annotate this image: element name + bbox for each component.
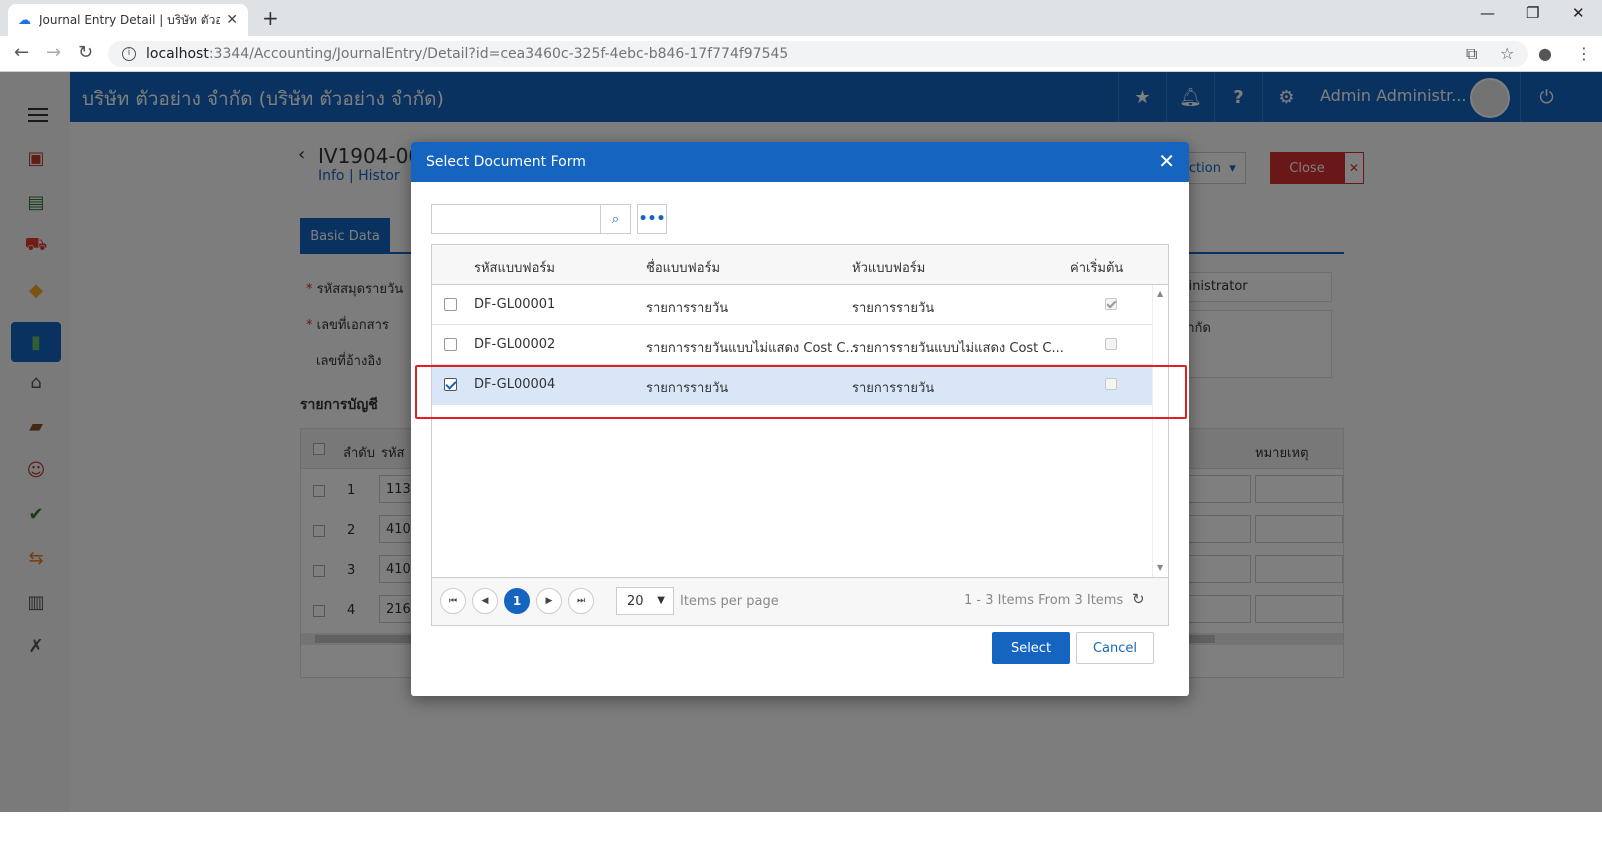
- table-row[interactable]: DF-GL00001 รายการรายวัน รายการรายวัน: [432, 285, 1152, 325]
- new-tab-icon[interactable]: +: [262, 6, 279, 30]
- next-page-icon[interactable]: ▶: [536, 588, 562, 614]
- row-select-checkbox[interactable]: [444, 298, 457, 311]
- form-header: รายการรายวัน: [852, 301, 935, 316]
- items-per-page-label: Items per page: [680, 594, 779, 609]
- scroll-down-icon[interactable]: ▼: [1157, 563, 1163, 572]
- modal-close-icon[interactable]: ✕: [1158, 149, 1175, 173]
- page-number[interactable]: 1: [504, 588, 530, 614]
- refresh-icon[interactable]: ↻: [1132, 590, 1145, 608]
- form-name: รายการรายวัน: [646, 301, 729, 316]
- sidebar-backdrop: [0, 72, 70, 812]
- row-select-checkbox[interactable]: [444, 338, 457, 351]
- form-code: DF-GL00002: [474, 337, 556, 352]
- menu-dots-icon[interactable]: ⋮: [1576, 44, 1592, 63]
- document-form-grid: รหัสแบบฟอร์ม ชื่อแบบฟอร์ม หัวแบบฟอร์ม ค่…: [431, 244, 1169, 626]
- back-icon[interactable]: ←: [14, 42, 29, 63]
- grid-header: รหัสแบบฟอร์ม ชื่อแบบฟอร์ม หัวแบบฟอร์ม ค่…: [432, 245, 1168, 285]
- col-form-code[interactable]: รหัสแบบฟอร์ม: [474, 257, 555, 278]
- last-page-icon[interactable]: ⏭: [568, 588, 594, 614]
- modal-header: Select Document Form ✕: [411, 142, 1189, 182]
- page-size-value: 20: [627, 594, 644, 609]
- scroll-up-icon[interactable]: ▲: [1157, 289, 1163, 298]
- cancel-button[interactable]: Cancel: [1076, 632, 1154, 664]
- search-icon[interactable]: ⌕: [601, 204, 631, 234]
- pager: ⏮ ◀ 1 ▶ ⏭ 20 ▼ Items per page 1 - 3 Item…: [432, 577, 1168, 625]
- browser-tabbar: ☁ Journal Entry Detail | บริษัท ตัวอย่าง…: [0, 0, 1602, 36]
- tab-close-icon[interactable]: ✕: [226, 12, 238, 28]
- form-header: รายการรายวันแบบไม่แสดง Cost C...: [852, 341, 1064, 356]
- bookmark-star-icon[interactable]: ☆: [1500, 44, 1514, 63]
- page-size-select[interactable]: 20 ▼: [616, 587, 674, 615]
- minimize-icon[interactable]: —: [1480, 4, 1495, 22]
- profile-icon[interactable]: ●: [1538, 44, 1552, 63]
- window-close-icon[interactable]: ✕: [1572, 4, 1585, 22]
- col-default[interactable]: ค่าเริ่มต้น: [1070, 257, 1123, 278]
- search-input[interactable]: [431, 204, 601, 234]
- url-input[interactable]: i localhost:3344/Accounting/JournalEntry…: [108, 41, 1528, 67]
- tab-title: Journal Entry Detail | บริษัท ตัวอย่าง: [39, 12, 221, 27]
- col-form-header[interactable]: หัวแบบฟอร์ม: [852, 257, 925, 278]
- select-document-form-dialog: Select Document Form ✕ ⌕ ••• รหัสแบบฟอร์…: [411, 142, 1189, 696]
- forward-icon[interactable]: →: [46, 42, 61, 63]
- browser-tab[interactable]: ☁ Journal Entry Detail | บริษัท ตัวอย่าง…: [8, 4, 248, 36]
- address-bar: ← → ↻ i localhost:3344/Accounting/Journa…: [0, 36, 1602, 72]
- url-host: localhost: [146, 46, 209, 62]
- info-icon[interactable]: i: [122, 47, 136, 61]
- form-name: รายการรายวันแบบไม่แสดง Cost C...: [646, 341, 858, 356]
- url-path: :3344/Accounting/JournalEntry/Detail?id=…: [208, 46, 789, 62]
- modal-title: Select Document Form: [426, 154, 586, 170]
- table-row[interactable]: DF-GL00002 รายการรายวันแบบไม่แสดง Cost C…: [432, 325, 1152, 365]
- selected-row-highlight: [415, 365, 1187, 419]
- col-form-name[interactable]: ชื่อแบบฟอร์ม: [646, 257, 720, 278]
- prev-page-icon[interactable]: ◀: [472, 588, 498, 614]
- restore-icon[interactable]: ❐: [1526, 4, 1539, 22]
- select-button[interactable]: Select: [992, 632, 1070, 664]
- default-checkbox: [1105, 298, 1117, 310]
- translate-icon[interactable]: ⧉: [1466, 44, 1477, 64]
- pager-info: 1 - 3 Items From 3 Items: [964, 593, 1124, 608]
- reload-icon[interactable]: ↻: [78, 42, 93, 63]
- form-code: DF-GL00001: [474, 297, 556, 312]
- first-page-icon[interactable]: ⏮: [440, 588, 466, 614]
- caret-down-icon: ▼: [657, 595, 665, 606]
- vertical-scrollbar[interactable]: ▲ ▼: [1152, 285, 1168, 577]
- default-checkbox: [1105, 338, 1117, 350]
- more-options-icon[interactable]: •••: [637, 204, 667, 234]
- cloud-icon: ☁: [18, 12, 31, 28]
